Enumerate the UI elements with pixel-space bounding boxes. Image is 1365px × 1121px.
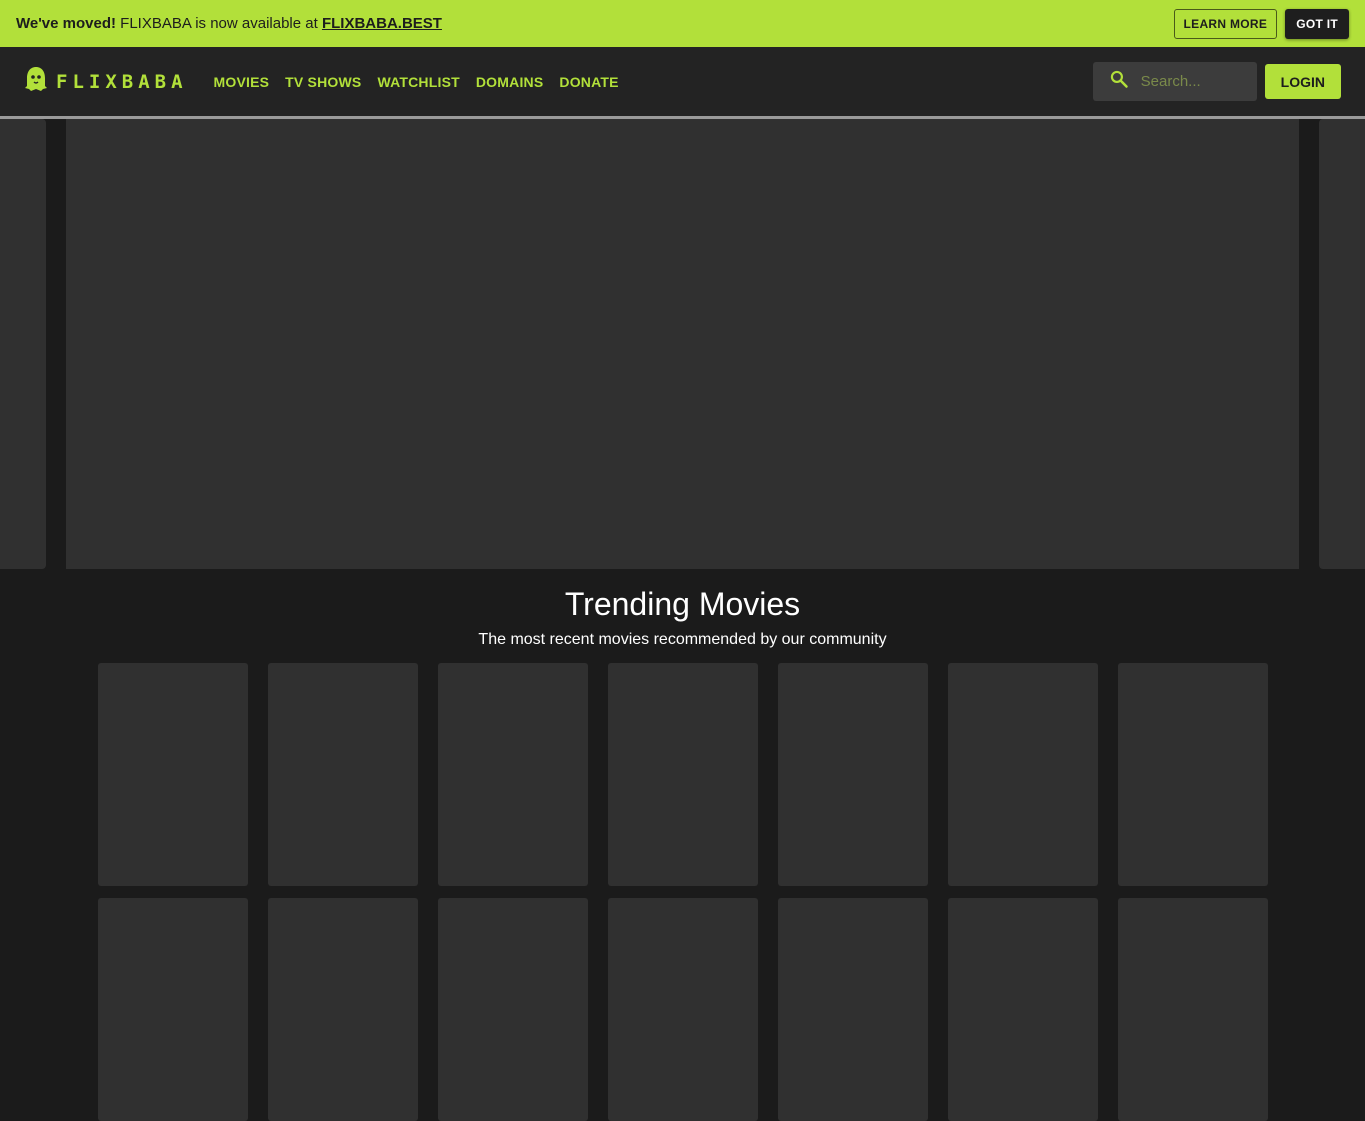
movie-card[interactable]	[268, 663, 418, 886]
movie-card[interactable]	[268, 898, 418, 1121]
movie-card[interactable]	[948, 663, 1098, 886]
nav-tv-shows[interactable]: TV SHOWS	[285, 74, 361, 90]
nav-watchlist[interactable]: WATCHLIST	[377, 74, 459, 90]
movie-card[interactable]	[948, 898, 1098, 1121]
movie-card[interactable]	[778, 898, 928, 1121]
movie-card[interactable]	[778, 663, 928, 886]
announcement-bar: We've moved! FLIXBABA is now available a…	[0, 0, 1365, 47]
movie-card[interactable]	[1118, 663, 1268, 886]
trending-title: Trending Movies	[564, 586, 801, 622]
movie-card[interactable]	[438, 898, 588, 1121]
header-actions: LOGIN	[1092, 62, 1341, 101]
nav-domains[interactable]: DOMAINS	[476, 74, 544, 90]
announcement-actions: LEARN MORE GOT IT	[1173, 8, 1349, 39]
search-input[interactable]	[1138, 72, 1239, 91]
new-domain-link[interactable]: FLIXBABA.BEST	[322, 15, 442, 32]
announcement-text: FLIXBABA is now available at	[116, 15, 322, 32]
main-nav: MOVIES TV SHOWS WATCHLIST DOMAINS DONATE	[214, 74, 619, 90]
movie-card[interactable]	[438, 663, 588, 886]
search-box[interactable]	[1092, 62, 1257, 101]
carousel-main-slide[interactable]	[66, 119, 1299, 569]
got-it-button[interactable]: GOT IT	[1285, 8, 1349, 39]
movie-card[interactable]	[1118, 898, 1268, 1121]
hero-carousel	[0, 119, 1365, 569]
movie-card[interactable]	[98, 898, 248, 1121]
movie-card[interactable]	[608, 898, 758, 1121]
nav-movies[interactable]: MOVIES	[214, 74, 270, 90]
carousel-prev-slide[interactable]	[0, 119, 46, 569]
movie-card[interactable]	[98, 663, 248, 886]
carousel-next-slide[interactable]	[1319, 119, 1365, 569]
nav-donate[interactable]: DONATE	[559, 74, 618, 90]
search-icon[interactable]	[1109, 69, 1129, 94]
movie-card[interactable]	[608, 663, 758, 886]
announcement-bold: We've moved!	[16, 15, 116, 32]
announcement-message: We've moved! FLIXBABA is now available a…	[16, 15, 442, 32]
ghost-logo-icon	[24, 66, 48, 97]
learn-more-button[interactable]: LEARN MORE	[1173, 8, 1278, 39]
login-button[interactable]: LOGIN	[1264, 64, 1341, 99]
site-logo[interactable]: FLIXBABA	[24, 66, 188, 97]
site-header: FLIXBABA MOVIES TV SHOWS WATCHLIST DOMAI…	[0, 47, 1365, 116]
logo-text: FLIXBABA	[56, 70, 188, 93]
trending-subtitle: The most recent movies recommended by ou…	[478, 631, 887, 648]
trending-grid	[98, 663, 1268, 1121]
